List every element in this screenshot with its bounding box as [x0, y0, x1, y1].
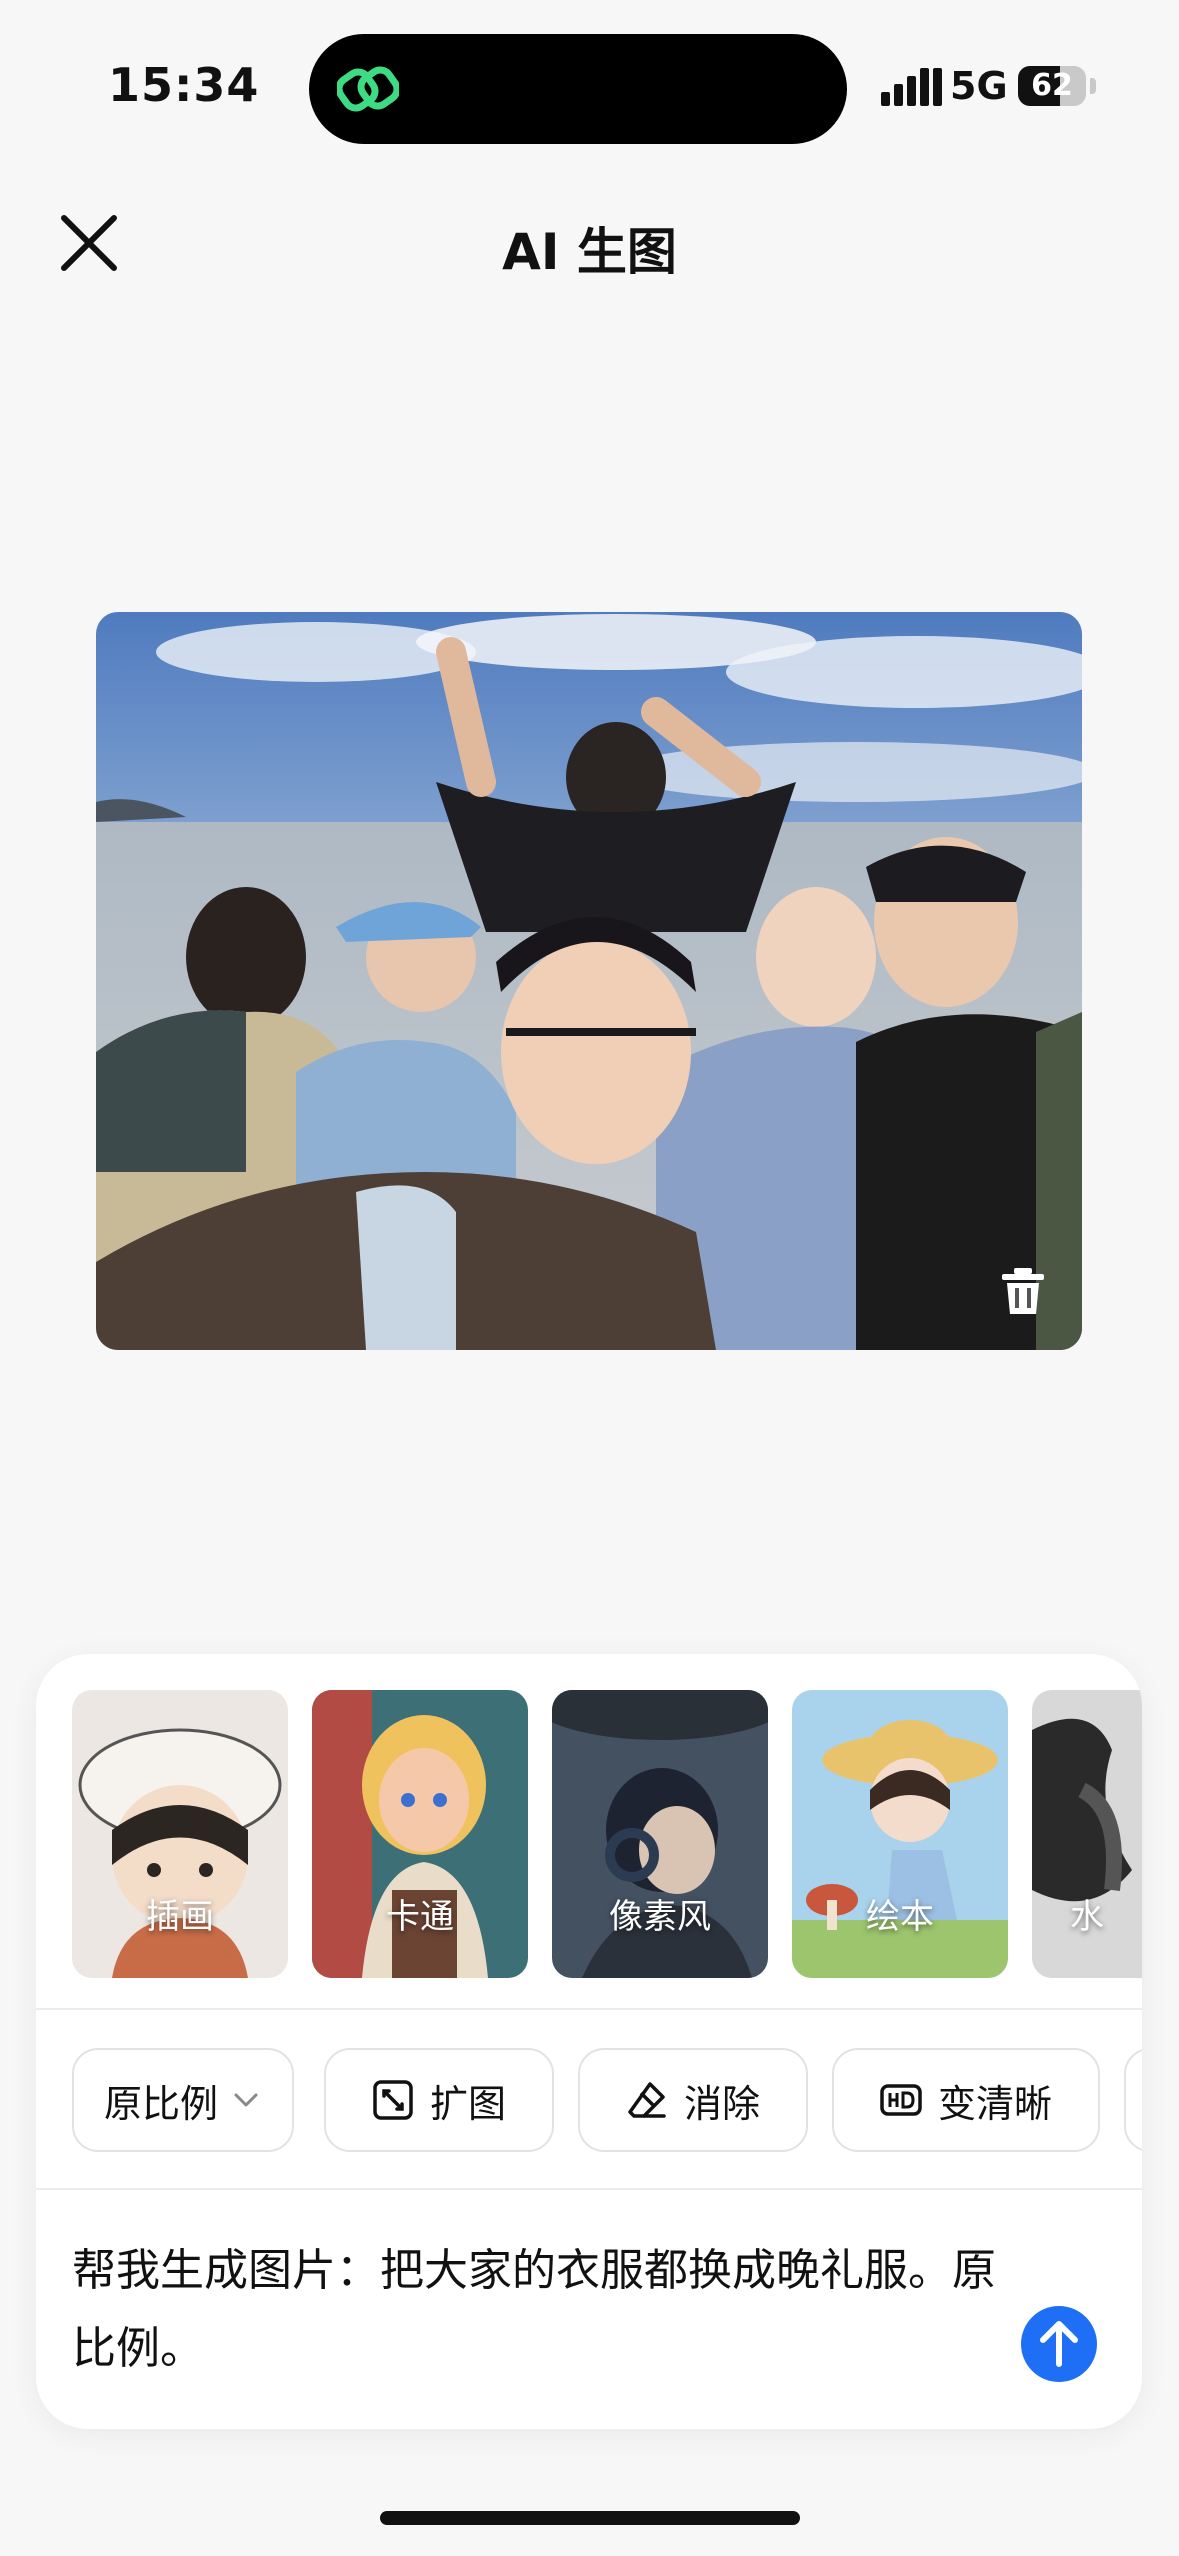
eraser-icon: [628, 2082, 666, 2118]
divider: [36, 2008, 1142, 2010]
style-label: 插画: [146, 1897, 214, 1937]
arrow-up-icon: [1040, 2321, 1078, 2367]
home-indicator[interactable]: [380, 2511, 800, 2525]
style-card-illustration[interactable]: 插画: [72, 1690, 288, 1978]
erase-button[interactable]: 消除: [578, 2048, 808, 2152]
battery-percent: 62: [1031, 68, 1073, 103]
style-list[interactable]: 插画 卡通 像素风 绘本 水: [72, 1690, 1142, 1980]
style-label: 水: [1070, 1897, 1104, 1937]
style-card-pixel[interactable]: 像素风: [552, 1690, 768, 1978]
network-type: 5G: [950, 64, 1008, 108]
ratio-dropdown[interactable]: 原比例: [72, 2048, 294, 2152]
style-label: 卡通: [386, 1897, 454, 1937]
battery-cap: [1090, 78, 1096, 94]
send-button[interactable]: [1021, 2306, 1097, 2382]
status-time: 15:34: [108, 58, 260, 112]
style-card-ink[interactable]: 水: [1032, 1690, 1142, 1978]
prompt-input[interactable]: 帮我生成图片：把大家的衣服都换成晚礼服。原比例。: [72, 2232, 1012, 2388]
style-label: 绘本: [866, 1897, 934, 1937]
style-card-picture-book[interactable]: 绘本: [792, 1690, 1008, 1978]
enhance-button[interactable]: 变清晰: [832, 2048, 1100, 2152]
style-card-cartoon[interactable]: 卡通: [312, 1690, 528, 1978]
expand-label: 扩图: [429, 2081, 506, 2126]
expand-button[interactable]: 扩图: [324, 2048, 554, 2152]
ratio-label: 原比例: [103, 2081, 218, 2126]
generation-panel: 插画 卡通 像素风 绘本 水 原比例 扩图 消除 变清晰 帮我生成图片：把大家的…: [36, 1654, 1142, 2429]
uploaded-photo: [96, 612, 1082, 1350]
erase-label: 消除: [683, 2081, 760, 2126]
trash-icon[interactable]: [998, 1266, 1048, 1316]
more-tool-button[interactable]: [1124, 2048, 1142, 2152]
chevron-down-icon: [234, 2093, 258, 2107]
tool-bar: 原比例 扩图 消除 变清晰: [72, 2048, 1142, 2154]
page-title: AI 生图: [502, 223, 677, 281]
style-label: 像素风: [609, 1897, 711, 1937]
enhance-label: 变清晰: [937, 2081, 1052, 2126]
battery-indicator: 62: [1018, 66, 1086, 106]
dynamic-island: [309, 34, 847, 144]
divider: [36, 2188, 1142, 2190]
hd-icon: [880, 2084, 922, 2116]
signal-icon: [881, 68, 942, 106]
expand-icon: [373, 2080, 413, 2120]
link-logo-icon: [337, 66, 399, 112]
